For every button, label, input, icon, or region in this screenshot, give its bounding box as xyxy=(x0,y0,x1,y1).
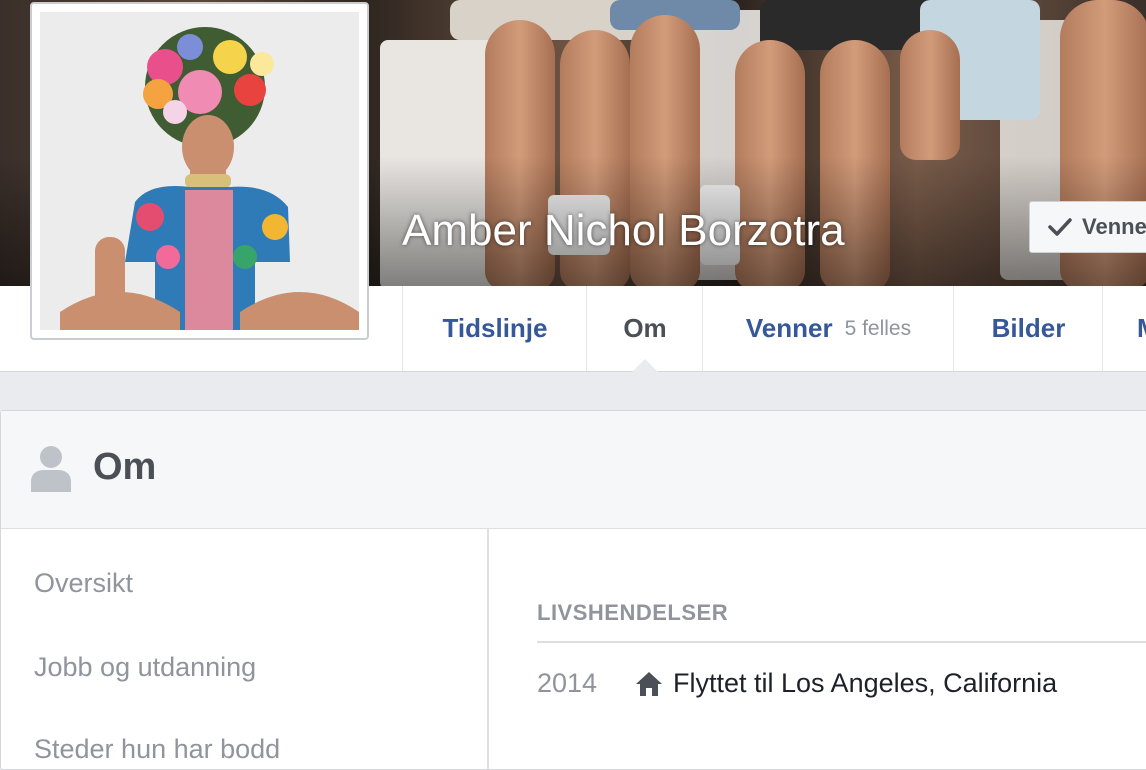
friends-button[interactable]: Venner xyxy=(1029,201,1146,253)
sidebar-item-work-education[interactable]: Jobb og utdanning xyxy=(34,652,256,683)
life-event-year: 2014 xyxy=(537,668,598,698)
life-event-item: 2014 Flyttet til Los Angeles, California xyxy=(537,668,1057,699)
profile-photo-image xyxy=(40,12,359,330)
tab-friends[interactable]: Venner 5 felles xyxy=(702,286,954,371)
about-title: Om xyxy=(93,446,157,488)
checkmark-icon xyxy=(1048,218,1072,236)
sidebar-item-places-lived[interactable]: Steder hun har bodd xyxy=(34,734,280,765)
sidebar-item-overview[interactable]: Oversikt xyxy=(34,568,133,599)
active-tab-caret xyxy=(631,359,659,373)
tab-more[interactable]: M xyxy=(1102,286,1146,371)
tab-label: Om xyxy=(623,313,667,343)
about-card: Om Oversikt Jobb og utdanning Steder hun… xyxy=(0,410,1146,770)
tab-label: Venner xyxy=(745,313,833,343)
profile-picture[interactable] xyxy=(30,2,369,340)
mutual-friends-count: 5 felles xyxy=(844,316,912,340)
profile-photo-illustration xyxy=(40,12,359,330)
profile-name[interactable]: Amber Nichol Borzotra xyxy=(402,206,845,256)
about-sidebar: Oversikt Jobb og utdanning Steder hun ha… xyxy=(1,528,489,769)
life-events-heading: LIVSHENDELSER xyxy=(537,600,729,625)
person-icon xyxy=(31,446,71,492)
home-icon xyxy=(636,671,662,696)
about-main: LIVSHENDELSER 2014 Flyttet til Los Angel… xyxy=(537,528,1146,769)
tab-label: Bilder xyxy=(991,313,1066,343)
cover-leg xyxy=(900,30,960,160)
tab-photos[interactable]: Bilder xyxy=(953,286,1103,371)
section-divider xyxy=(537,641,1146,643)
friends-button-label: Venner xyxy=(1082,214,1146,239)
tab-label: Tidslinje xyxy=(442,313,548,343)
life-event-text[interactable]: Flyttet til Los Angeles, California xyxy=(673,668,1057,699)
tab-label: M xyxy=(1137,313,1146,344)
about-card-header: Om xyxy=(1,411,1146,529)
tab-timeline[interactable]: Tidslinje xyxy=(402,286,587,371)
